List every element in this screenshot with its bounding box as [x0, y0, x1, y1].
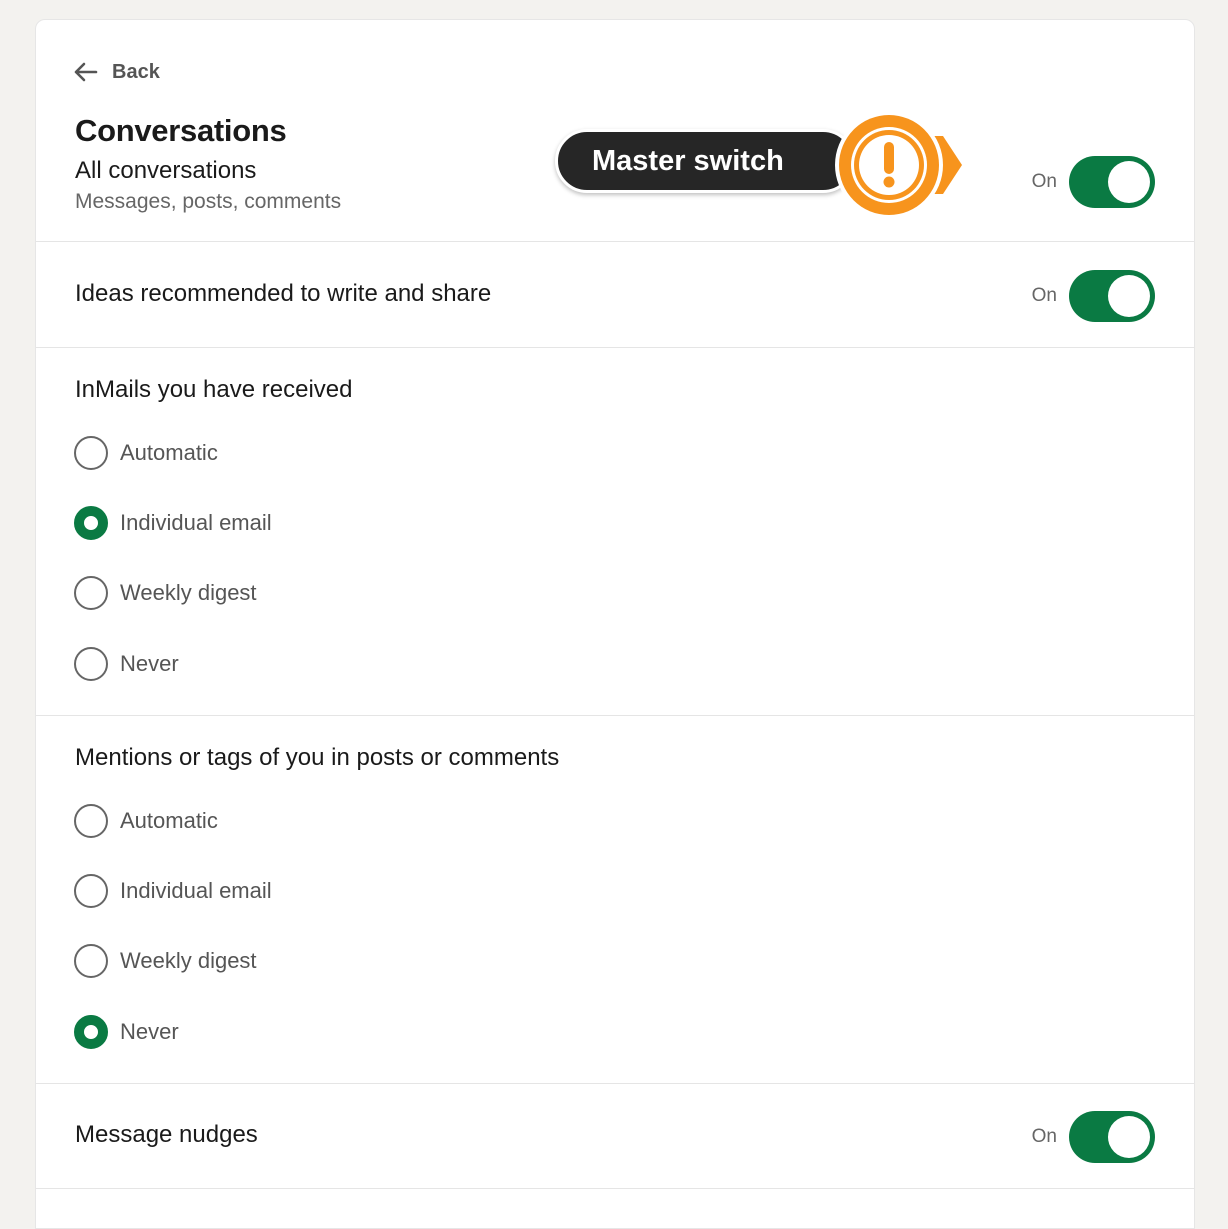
message-nudges-toggle-group: On — [1032, 1111, 1155, 1163]
toggle-knob — [1108, 275, 1150, 317]
message-nudges-label: Message nudges — [75, 1121, 258, 1148]
all-conversations-label: All conversations — [75, 157, 257, 184]
divider — [36, 1188, 1194, 1189]
radio-label: Automatic — [120, 440, 218, 465]
toggle-knob — [1108, 161, 1150, 203]
radio-label: Weekly digest — [120, 580, 257, 605]
mentions-option-weekly-digest[interactable]: Weekly digest — [74, 944, 257, 978]
radio-button-selected[interactable] — [74, 506, 108, 540]
inmails-option-individual-email[interactable]: Individual email — [74, 506, 272, 540]
divider — [36, 241, 1194, 242]
ideas-label: Ideas recommended to write and share — [75, 280, 492, 307]
all-conversations-caption: Messages, posts, comments — [75, 190, 342, 213]
ideas-toggle-group: On — [1032, 270, 1155, 322]
all-conversations-toggle-group: On — [1032, 156, 1155, 208]
message-nudges-toggle[interactable] — [1069, 1111, 1155, 1163]
page-title: Conversations — [75, 113, 287, 148]
ideas-toggle[interactable] — [1069, 270, 1155, 322]
back-label: Back — [112, 60, 160, 83]
inmails-option-never[interactable]: Never — [74, 647, 179, 681]
mentions-option-automatic[interactable]: Automatic — [74, 804, 218, 838]
inmails-option-weekly-digest[interactable]: Weekly digest — [74, 576, 257, 610]
inmails-option-automatic[interactable]: Automatic — [74, 436, 218, 470]
radio-button[interactable] — [74, 804, 108, 838]
radio-button[interactable] — [74, 874, 108, 908]
inmails-title: InMails you have received — [75, 376, 353, 403]
radio-button[interactable] — [74, 944, 108, 978]
warning-badge-icon — [835, 111, 965, 219]
divider — [36, 347, 1194, 348]
radio-button-selected[interactable] — [74, 1015, 108, 1049]
toggle-state-label: On — [1031, 171, 1057, 192]
mentions-option-individual-email[interactable]: Individual email — [74, 874, 272, 908]
master-switch-annotation: Master switch — [555, 110, 965, 220]
arrow-left-icon — [74, 62, 98, 82]
radio-label: Automatic — [120, 808, 218, 833]
toggle-state-label: On — [1031, 285, 1057, 306]
all-conversations-toggle[interactable] — [1069, 156, 1155, 208]
radio-label: Never — [120, 651, 179, 676]
toggle-state-label: On — [1031, 1126, 1057, 1147]
mentions-title: Mentions or tags of you in posts or comm… — [75, 744, 560, 771]
divider — [36, 715, 1194, 716]
toggle-knob — [1108, 1116, 1150, 1158]
radio-label: Weekly digest — [120, 948, 257, 973]
mentions-option-never[interactable]: Never — [74, 1015, 179, 1049]
radio-label: Individual email — [120, 510, 272, 535]
back-button[interactable]: Back — [74, 58, 160, 86]
radio-button[interactable] — [74, 647, 108, 681]
radio-button[interactable] — [74, 576, 108, 610]
radio-button[interactable] — [74, 436, 108, 470]
radio-label: Individual email — [120, 878, 272, 903]
divider — [36, 1083, 1194, 1084]
annotation-label: Master switch — [592, 145, 784, 177]
radio-label: Never — [120, 1019, 179, 1044]
